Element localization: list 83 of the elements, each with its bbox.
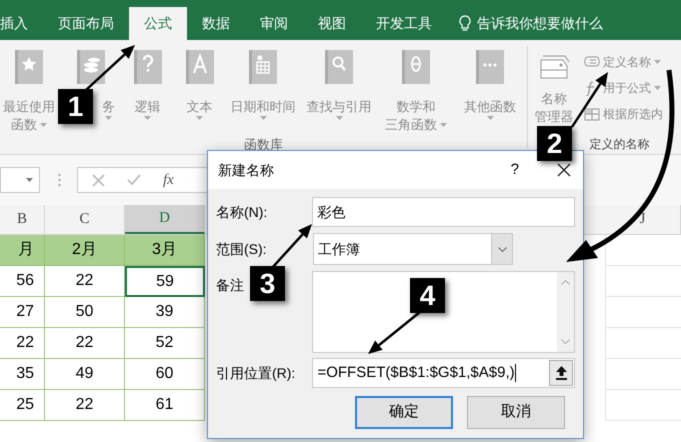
tell-me-search[interactable]: 告诉我你想要做什么 — [459, 7, 603, 40]
cancel-button[interactable]: 取消 — [467, 396, 565, 429]
table-cell[interactable] — [605, 328, 681, 359]
group-label: 定义的名称 — [590, 137, 650, 151]
table-cell[interactable] — [605, 390, 681, 421]
check-icon[interactable] — [127, 174, 141, 186]
step-marker: 3 — [250, 266, 285, 301]
field-label: 备注 — [216, 277, 244, 293]
arrow — [368, 311, 421, 354]
table-cell[interactable]: 22 — [45, 266, 125, 297]
table-cell[interactable]: 49 — [45, 359, 125, 390]
ribbon-tab[interactable]: 审阅 — [245, 7, 303, 40]
table-cell[interactable]: 52 — [125, 328, 205, 359]
letter-book-icon[interactable] — [184, 48, 216, 86]
ok-button[interactable]: 确定 — [355, 396, 453, 429]
table-icon — [584, 106, 600, 122]
coins-book-icon[interactable] — [74, 48, 106, 86]
caret-icon — [440, 123, 447, 127]
table-cell[interactable]: 22 — [45, 328, 125, 359]
magnifier-book-icon[interactable] — [323, 48, 355, 86]
field-label: 名称(N): — [216, 202, 268, 222]
header-cell[interactable]: 2月 — [45, 235, 125, 266]
table-cell[interactable]: 25 — [0, 390, 45, 421]
chevron-down-icon — [498, 246, 506, 252]
step-marker: 4 — [410, 278, 445, 313]
dialog-title: 新建名称 — [218, 160, 275, 180]
caret-icon — [196, 116, 203, 120]
step-marker: 1 — [58, 89, 93, 124]
table-cell[interactable]: 60 — [125, 359, 205, 390]
caret-icon — [336, 116, 342, 120]
column-header[interactable]: D — [125, 205, 205, 234]
name-box[interactable] — [0, 167, 40, 193]
column-header[interactable]: J — [605, 205, 681, 234]
close-icon[interactable] — [557, 163, 571, 177]
cancel-icon[interactable] — [92, 174, 105, 186]
field-label: 范围(S): — [216, 240, 268, 259]
ribbon-tab[interactable]: 开发工具 — [361, 7, 447, 40]
arrow — [271, 224, 312, 269]
table-cell[interactable]: 50 — [45, 297, 125, 328]
ribbon-tab[interactable]: 视图 — [303, 7, 361, 40]
table-cell[interactable]: 22 — [45, 390, 125, 421]
column-header[interactable]: B — [0, 205, 45, 234]
table-cell[interactable]: 27 — [0, 297, 45, 328]
table-cell[interactable]: 35 — [0, 359, 45, 390]
table-cell[interactable]: 61 — [125, 390, 205, 421]
caret-icon — [40, 123, 47, 127]
step-marker: 2 — [537, 126, 572, 161]
ribbon-tab[interactable]: 插入 — [0, 7, 43, 40]
help-button[interactable]: ? — [510, 158, 519, 182]
group-label: 函数库 — [244, 136, 283, 152]
header-cell[interactable]: 3月 — [125, 235, 205, 266]
header-cell[interactable]: 月 — [0, 235, 45, 266]
table-cell[interactable]: 56 — [0, 266, 45, 297]
ribbon-tab[interactable]: 公式 — [129, 7, 187, 40]
table-cell[interactable] — [605, 266, 681, 297]
table-cell[interactable] — [605, 235, 681, 266]
calendar-book-icon[interactable] — [247, 48, 279, 86]
ribbon-tab[interactable]: 页面布局 — [43, 7, 129, 40]
drag-handle-icon[interactable] — [58, 173, 61, 187]
caret-icon — [144, 116, 151, 120]
caret-icon — [105, 116, 112, 120]
scope-dropdown[interactable]: 工作簿 — [313, 233, 513, 265]
theta-book-icon[interactable] — [400, 48, 432, 86]
caret-icon — [486, 116, 494, 120]
caret-icon — [26, 178, 33, 182]
table-cell[interactable]: 59 — [125, 266, 205, 297]
chevron-up-icon[interactable] — [561, 280, 570, 285]
question-book-icon[interactable] — [132, 48, 164, 86]
chevron-down-icon[interactable] — [561, 339, 570, 344]
table-cell[interactable] — [605, 297, 681, 328]
ribbon-tab[interactable]: 数据 — [187, 7, 245, 40]
field-label: 引用位置(R): — [216, 364, 296, 383]
name-input[interactable]: 彩色 — [312, 197, 575, 227]
comment-input[interactable] — [312, 271, 575, 353]
lightbulb-icon — [459, 15, 471, 32]
ellipsis-book-icon[interactable] — [474, 48, 506, 86]
insert-function-button[interactable]: fx — [163, 168, 174, 192]
table-cell[interactable] — [605, 359, 681, 390]
table-cell[interactable]: 22 — [0, 328, 45, 359]
star-book-icon[interactable] — [13, 48, 45, 86]
caret-icon — [260, 116, 266, 120]
arrow — [85, 45, 135, 91]
table-cell[interactable]: 39 — [125, 297, 205, 328]
